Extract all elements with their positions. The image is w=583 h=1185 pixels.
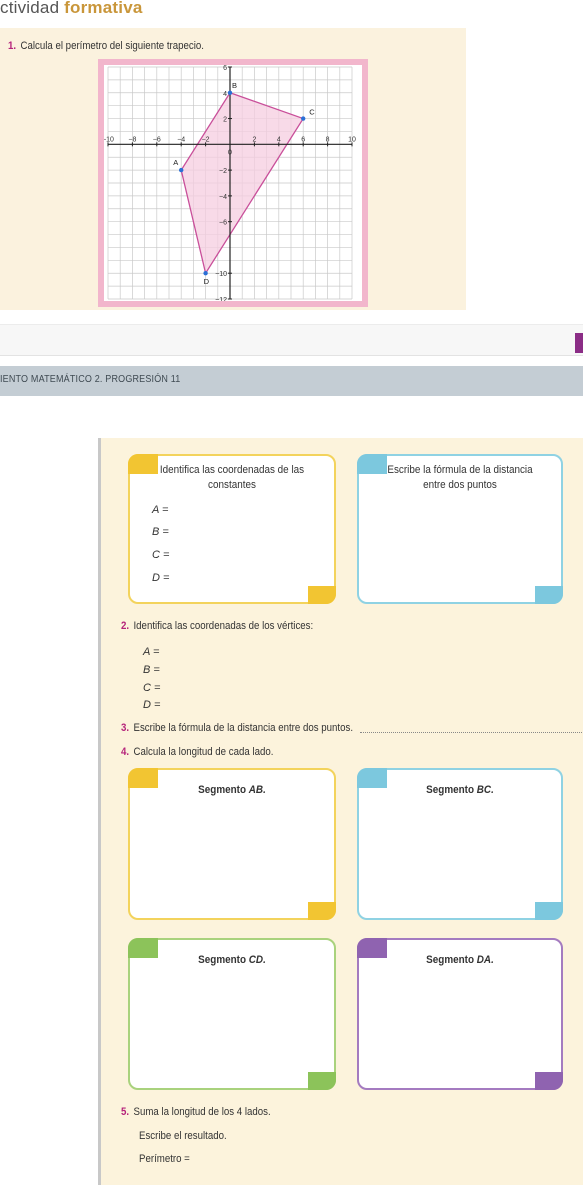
segment-da-label: Segmento DA. [369, 954, 551, 966]
vertex-label: D [204, 277, 210, 286]
section-banner: IENTO MATEMÁTICO 2. PROGRESIÓN 11 [0, 366, 583, 396]
x-tick-label: −2 [202, 136, 210, 143]
question-2-number: 2. [121, 620, 130, 632]
card-tab [308, 586, 336, 604]
question-3-text: Escribe la fórmula de la distancia entre… [133, 722, 354, 734]
y-tick-label: −10 [215, 271, 227, 278]
question-1-text: Calcula el perímetro del siguiente trape… [20, 40, 204, 52]
page-divider-band [0, 324, 583, 356]
formula-answer-line[interactable] [360, 732, 582, 733]
x-tick-label: 2 [252, 136, 256, 143]
card-segment-cd[interactable]: Segmento CD. [128, 938, 336, 1090]
vertex-c-answer[interactable]: C = [143, 682, 160, 694]
section-banner-text: IENTO MATEMÁTICO 2. PROGRESIÓN 11 [0, 374, 181, 385]
card-formula: Escribe la fórmula de la distancia entre… [357, 454, 563, 604]
question-5: 5. Suma la longitud de los 4 lados. [121, 1106, 271, 1118]
question-2: 2. Identifica las coordenadas de los vért… [121, 620, 313, 632]
page-edge-marker [575, 333, 583, 353]
title-accent: formativa [64, 0, 143, 17]
vertex-label: C [309, 108, 315, 117]
question-4-number: 4. [121, 746, 130, 758]
coordinate-plane-svg: −10 −8 −6 −4 −2 0 2 4 6 8 10 6 4 2 −2 −4 −6 −10 −12 B C D A [104, 65, 356, 301]
segment-name: AB. [248, 784, 266, 796]
vertex-point [179, 167, 184, 173]
vertex-d-answer[interactable]: D = [143, 699, 160, 711]
card-segment-da[interactable]: Segmento DA. [357, 938, 563, 1090]
vertex-b-answer[interactable]: B = [143, 664, 160, 676]
segment-name: CD. [248, 954, 266, 966]
card-segment-bc[interactable]: Segmento BC. [357, 768, 563, 920]
y-tick-label: −12 [215, 297, 227, 301]
segment-prefix: Segmento [198, 784, 249, 796]
x-tick-label: 10 [348, 136, 356, 143]
y-tick-label: −2 [219, 168, 227, 175]
segment-cd-label: Segmento CD. [140, 954, 324, 966]
card-tab [308, 1072, 336, 1090]
card-coordinate-c: C = [152, 549, 170, 561]
segment-bc-label: Segmento BC. [369, 784, 551, 796]
question-4-text: Calcula la longitud de cada lado. [133, 746, 274, 758]
x-tick-label: −6 [153, 136, 161, 143]
question-1-number: 1. [8, 40, 17, 52]
question-3: 3. Escribe la fórmula de la distancia ent… [121, 722, 353, 734]
x-tick-label: 4 [277, 136, 281, 143]
card-coordinate-d: D = [152, 572, 170, 584]
card-segment-ab[interactable]: Segmento AB. [128, 768, 336, 920]
segment-prefix: Segmento [198, 954, 249, 966]
x-tick-label: 0 [228, 149, 232, 156]
y-tick-label: −4 [219, 194, 227, 201]
margin-rule [98, 438, 101, 1185]
question-2-text: Identifica las coordenadas de los vértic… [133, 620, 314, 632]
card-coordinates: Identifica las coordenadas de las consta… [128, 454, 336, 604]
vertex-a-answer[interactable]: A = [143, 646, 159, 658]
x-tick-label: −10 [104, 136, 114, 143]
card-coordinate-a: A = [152, 504, 169, 516]
vertex-point [203, 271, 208, 276]
card-tab [535, 586, 563, 604]
segment-prefix: Segmento [426, 954, 477, 966]
card-coordinates-text: Identifica las coordenadas de las consta… [159, 464, 305, 491]
segment-name: DA. [476, 954, 494, 966]
x-tick-label: −8 [128, 136, 136, 143]
x-tick-label: −4 [177, 136, 185, 143]
vertex-label: A [173, 158, 178, 167]
x-tick-label: 6 [301, 136, 305, 143]
question-3-number: 3. [121, 722, 130, 734]
card-formula-text: Escribe la fórmula de la distancia entre… [387, 464, 533, 491]
segment-prefix: Segmento [426, 784, 477, 796]
question-5-instruction: Escribe el resultado. [139, 1130, 227, 1142]
card-tab [308, 902, 336, 920]
coordinate-graph-frame: −10 −8 −6 −4 −2 0 2 4 6 8 10 6 4 2 −2 −4 −6 −10 −12 B C D A [98, 59, 368, 307]
y-tick-label: 2 [223, 117, 227, 124]
question-1: 1. Calcula el perímetro del siguiente tra… [8, 40, 204, 52]
segment-ab-label: Segmento AB. [140, 784, 324, 796]
y-tick-label: 4 [223, 91, 227, 98]
card-tab [535, 1072, 563, 1090]
page-title: ctividad formativa [0, 0, 143, 18]
vertex-point [301, 116, 306, 121]
card-tab [535, 902, 563, 920]
perimeter-answer[interactable]: Perímetro = [139, 1153, 190, 1165]
vertex-label: B [232, 81, 237, 90]
card-coordinate-b: B = [152, 526, 169, 538]
title-text: ctividad [0, 0, 65, 17]
y-tick-label: 6 [223, 65, 227, 72]
x-tick-label: 8 [326, 136, 330, 143]
coordinate-graph: −10 −8 −6 −4 −2 0 2 4 6 8 10 6 4 2 −2 −4 −6 −10 −12 B C D A [104, 65, 362, 301]
question-5-text: Suma la longitud de los 4 lados. [133, 1106, 271, 1118]
question-4: 4. Calcula la longitud de cada lado. [121, 746, 273, 758]
segment-name: BC. [476, 784, 494, 796]
vertex-point [227, 90, 233, 95]
question-5-number: 5. [121, 1106, 130, 1118]
y-tick-label: −6 [219, 220, 227, 227]
